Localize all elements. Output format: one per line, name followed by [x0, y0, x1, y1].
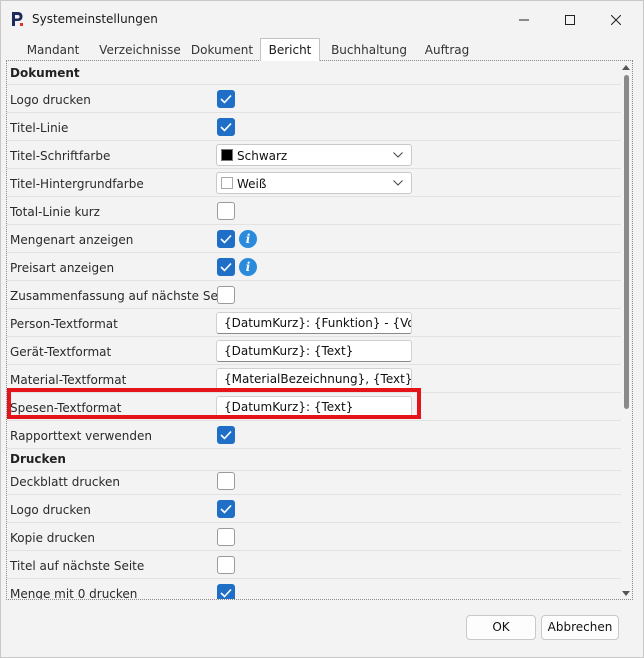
tab-dokument[interactable]: Dokument	[189, 41, 255, 61]
window-title: Systemeinstellungen	[32, 12, 158, 26]
row-titel-schriftfarbe: Titel-Schriftfarbe Schwarz	[7, 141, 621, 169]
chevron-down-icon	[393, 180, 403, 186]
tab-bericht[interactable]: Bericht	[260, 38, 320, 61]
tab-verzeichnisse[interactable]: Verzeichnisse	[95, 41, 185, 61]
titel-naechste-seite-checkbox[interactable]	[217, 556, 235, 574]
info-icon[interactable]: i	[239, 230, 257, 248]
scroll-up-icon[interactable]	[622, 64, 630, 72]
row-label: Titel-Hintergrundfarbe	[10, 177, 144, 191]
titel-hintergrundfarbe-dropdown[interactable]: Weiß	[216, 172, 412, 194]
titel-schriftfarbe-dropdown[interactable]: Schwarz	[216, 144, 412, 166]
settings-window: Systemeinstellungen Mandant Verzeichniss…	[0, 0, 644, 658]
section-title: Dokument	[10, 66, 80, 80]
section-dokument: Dokument	[7, 61, 621, 85]
row-label: Total-Linie kurz	[10, 205, 100, 219]
row-label: Person-Textformat	[10, 317, 118, 331]
settings-panel: Dokument Logo drucken Titel-Linie Titel-…	[6, 60, 633, 600]
ok-button[interactable]: OK	[466, 615, 536, 640]
row-label: Kopie drucken	[10, 531, 96, 545]
row-titel-linie: Titel-Linie	[7, 113, 621, 141]
tab-mandant[interactable]: Mandant	[23, 41, 83, 61]
row-titel-naechste-seite: Titel auf nächste Seite	[7, 551, 621, 579]
row-preisart-anzeigen: Preisart anzeigen i	[7, 253, 621, 281]
row-label: Rapporttext verwenden	[10, 429, 152, 443]
row-menge-mit-0: Menge mit 0 drucken	[7, 579, 621, 600]
checkmark-icon	[220, 430, 232, 440]
close-icon	[611, 14, 621, 25]
deckblatt-drucken-checkbox[interactable]	[217, 472, 235, 490]
checkmark-icon	[220, 262, 232, 272]
preisart-anzeigen-checkbox[interactable]	[217, 258, 235, 276]
row-label: Titel auf nächste Seite	[10, 559, 145, 573]
kopie-drucken-checkbox[interactable]	[217, 528, 235, 546]
vertical-scrollbar[interactable]	[620, 61, 632, 599]
checkmark-icon	[220, 504, 232, 514]
row-label: Titel-Schriftfarbe	[10, 149, 111, 163]
row-label: Zusammenfassung auf nächste Seite	[10, 289, 234, 303]
spesen-textformat-input[interactable]: {DatumKurz}: {Text}	[216, 396, 412, 418]
total-linie-kurz-checkbox[interactable]	[217, 202, 235, 220]
maximize-icon	[565, 14, 575, 25]
color-swatch	[221, 177, 233, 189]
logo-drucken-2-checkbox[interactable]	[217, 500, 235, 518]
app-logo-icon	[12, 12, 23, 26]
zusammenfassung-checkbox[interactable]	[217, 286, 235, 304]
dropdown-value: Schwarz	[237, 149, 288, 163]
section-title: Drucken	[10, 452, 66, 466]
row-zusammenfassung: Zusammenfassung auf nächste Seite	[7, 281, 621, 309]
material-textformat-input[interactable]: {MaterialBezeichnung}, {Text}	[216, 368, 412, 390]
checkmark-icon	[220, 588, 232, 598]
row-label: Logo drucken	[10, 93, 91, 107]
rapporttext-checkbox[interactable]	[217, 426, 235, 444]
row-label: Preisart anzeigen	[10, 261, 115, 275]
dropdown-value: Weiß	[237, 177, 267, 191]
close-button[interactable]	[593, 1, 639, 38]
row-label: Deckblatt drucken	[10, 475, 120, 489]
person-textformat-input[interactable]: {DatumKurz}: {Funktion} - {Vorname}	[216, 312, 412, 334]
minimize-button[interactable]	[501, 1, 547, 38]
row-geraet-textformat: Gerät-Textformat {DatumKurz}: {Text}	[7, 337, 621, 365]
row-titel-hintergrundfarbe: Titel-Hintergrundfarbe Weiß	[7, 169, 621, 197]
title-bar: Systemeinstellungen	[1, 1, 643, 38]
row-total-linie-kurz: Total-Linie kurz	[7, 197, 621, 225]
geraet-textformat-input[interactable]: {DatumKurz}: {Text}	[216, 340, 412, 362]
row-logo-drucken: Logo drucken	[7, 85, 621, 113]
row-kopie-drucken: Kopie drucken	[7, 523, 621, 551]
mengenart-anzeigen-checkbox[interactable]	[217, 230, 235, 248]
maximize-button[interactable]	[547, 1, 593, 38]
row-label: Spesen-Textformat	[10, 401, 122, 415]
row-person-textformat: Person-Textformat {DatumKurz}: {Funktion…	[7, 309, 621, 337]
row-deckblatt-drucken: Deckblatt drucken	[7, 467, 621, 495]
row-label: Menge mit 0 drucken	[10, 587, 138, 600]
logo-drucken-checkbox[interactable]	[217, 90, 235, 108]
color-swatch	[221, 149, 233, 161]
row-mengenart-anzeigen: Mengenart anzeigen i	[7, 225, 621, 253]
row-logo-drucken-2: Logo drucken	[7, 495, 621, 523]
checkmark-icon	[220, 122, 232, 132]
info-icon[interactable]: i	[239, 258, 257, 276]
minimize-icon	[519, 19, 529, 20]
scrollbar-thumb[interactable]	[624, 75, 629, 409]
row-label: Titel-Linie	[10, 121, 69, 135]
checkmark-icon	[220, 234, 232, 244]
tab-auftrag[interactable]: Auftrag	[419, 41, 475, 61]
checkmark-icon	[220, 94, 232, 104]
tab-bar: Mandant Verzeichnisse Dokument Bericht B…	[13, 38, 633, 61]
tab-buchhaltung[interactable]: Buchhaltung	[329, 41, 409, 61]
cancel-button[interactable]: Abbrechen	[541, 615, 619, 640]
scroll-down-icon[interactable]	[622, 589, 630, 597]
titel-linie-checkbox[interactable]	[217, 118, 235, 136]
menge-mit-0-checkbox[interactable]	[217, 584, 235, 599]
row-spesen-textformat: Spesen-Textformat {DatumKurz}: {Text}	[7, 393, 621, 421]
chevron-down-icon	[393, 152, 403, 158]
row-label: Gerät-Textformat	[10, 345, 112, 359]
row-label: Mengenart anzeigen	[10, 233, 134, 247]
row-label: Logo drucken	[10, 503, 91, 517]
row-material-textformat: Material-Textformat {MaterialBezeichnung…	[7, 365, 621, 393]
row-label: Material-Textformat	[10, 373, 127, 387]
row-rapporttext: Rapporttext verwenden	[7, 421, 621, 449]
